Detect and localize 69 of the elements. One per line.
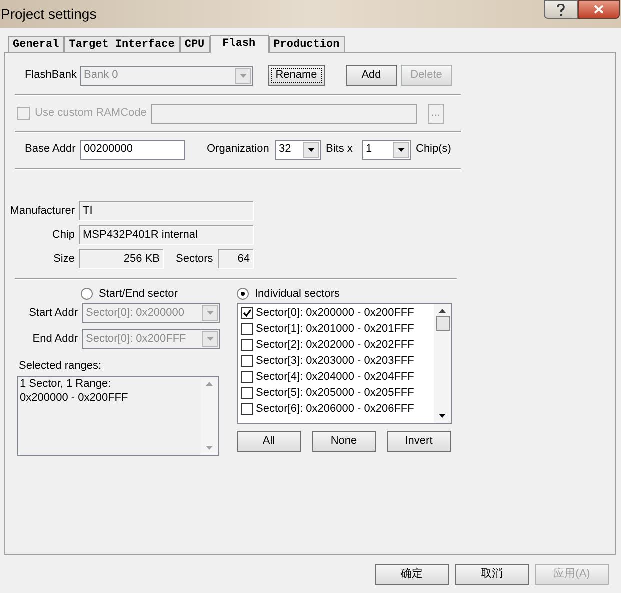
radio-label: Individual sectors bbox=[255, 286, 340, 302]
scroll-thumb[interactable] bbox=[436, 316, 450, 331]
button[interactable]: All bbox=[237, 431, 301, 452]
tab[interactable]: Target Interface bbox=[64, 36, 180, 52]
sector-label: Sector[3]: 0x203000 - 0x203FFF bbox=[256, 354, 414, 369]
radio-button[interactable] bbox=[81, 288, 93, 300]
dropdown-arrow-icon bbox=[206, 311, 214, 315]
dropdown-arrow-icon bbox=[206, 337, 214, 341]
field-label: End Addr bbox=[32, 332, 78, 347]
field-label: Size bbox=[52, 252, 75, 267]
unit-label: Chip(s) bbox=[416, 142, 452, 158]
scroll-up-icon bbox=[439, 309, 446, 313]
button[interactable]: None bbox=[312, 431, 376, 452]
range-text: 0x200000 - 0x200FFF bbox=[20, 390, 130, 404]
checkbox[interactable] bbox=[241, 323, 253, 335]
read-only-field: TI bbox=[79, 201, 254, 221]
field-label: FlashBank bbox=[25, 68, 78, 84]
field-label: Manufacturer bbox=[9, 204, 75, 219]
sector-label: Sector[6]: 0x206000 - 0x206FFF bbox=[256, 402, 414, 417]
button[interactable]: Rename bbox=[268, 65, 325, 86]
radio-label: Start/End sector bbox=[99, 286, 178, 302]
sector-label: Sector[2]: 0x202000 - 0x202FFF bbox=[256, 338, 414, 353]
button[interactable]: Add bbox=[346, 65, 397, 86]
radio-button[interactable] bbox=[237, 288, 249, 300]
help-button[interactable] bbox=[544, 0, 578, 19]
read-only-field: 64 bbox=[218, 249, 254, 269]
dropdown[interactable]: 1 bbox=[362, 140, 411, 160]
checkbox[interactable] bbox=[241, 355, 253, 367]
sector-label: Sector[0]: 0x200000 - 0x200FFF bbox=[256, 306, 414, 321]
field-label: Chip bbox=[51, 228, 75, 243]
checkbox-label: Use custom RAMCode bbox=[35, 106, 148, 122]
button[interactable]: 确定 bbox=[375, 564, 449, 585]
checkbox[interactable] bbox=[241, 403, 253, 415]
dropdown-arrow-icon bbox=[308, 148, 314, 152]
close-button[interactable] bbox=[578, 0, 620, 19]
tab[interactable]: Production bbox=[268, 36, 345, 52]
button[interactable]: 取消 bbox=[455, 564, 529, 585]
field-label: Organization bbox=[207, 142, 270, 158]
input-field[interactable] bbox=[151, 104, 417, 124]
section-label: Selected ranges: bbox=[19, 359, 103, 374]
text-area[interactable]: 1 Sector, 1 Range: 0x200000 - 0x200FFF bbox=[17, 376, 219, 456]
field-label: Base Addr bbox=[25, 142, 77, 158]
read-only-field: MSP432P401R internal bbox=[79, 225, 254, 245]
dropdown-arrow-icon bbox=[240, 74, 246, 78]
tab[interactable]: CPU bbox=[180, 36, 210, 52]
tab[interactable]: General bbox=[8, 36, 64, 52]
tab[interactable]: Flash bbox=[210, 35, 269, 53]
checkbox[interactable] bbox=[241, 387, 253, 399]
checkbox[interactable] bbox=[241, 307, 253, 319]
field-label: Start Addr bbox=[28, 306, 78, 321]
read-only-field: 256 KB bbox=[79, 249, 164, 269]
close-icon bbox=[594, 5, 604, 14]
range-text: 1 Sector, 1 Range: bbox=[20, 376, 112, 390]
dropdown-arrow-icon bbox=[398, 148, 404, 152]
window-title: Project settings bbox=[1, 5, 98, 24]
sector-label: Sector[5]: 0x205000 - 0x205FFF bbox=[256, 386, 414, 401]
unit-label: Bits x bbox=[326, 142, 354, 158]
sector-label: Sector[1]: 0x201000 - 0x201FFF bbox=[256, 322, 414, 337]
scroll-down-icon bbox=[439, 414, 446, 418]
input-field[interactable]: 00200000 bbox=[80, 140, 185, 160]
scroll-up-icon bbox=[206, 382, 213, 386]
scroll-down-icon bbox=[206, 446, 213, 450]
sector-label: Sector[4]: 0x204000 - 0x204FFF bbox=[256, 370, 414, 385]
dropdown[interactable]: 32 bbox=[275, 140, 321, 160]
field-label: Sectors bbox=[176, 252, 214, 267]
help-icon bbox=[557, 4, 565, 16]
checkbox[interactable] bbox=[241, 339, 253, 351]
button[interactable]: Invert bbox=[387, 431, 451, 452]
checkbox[interactable] bbox=[241, 371, 253, 383]
